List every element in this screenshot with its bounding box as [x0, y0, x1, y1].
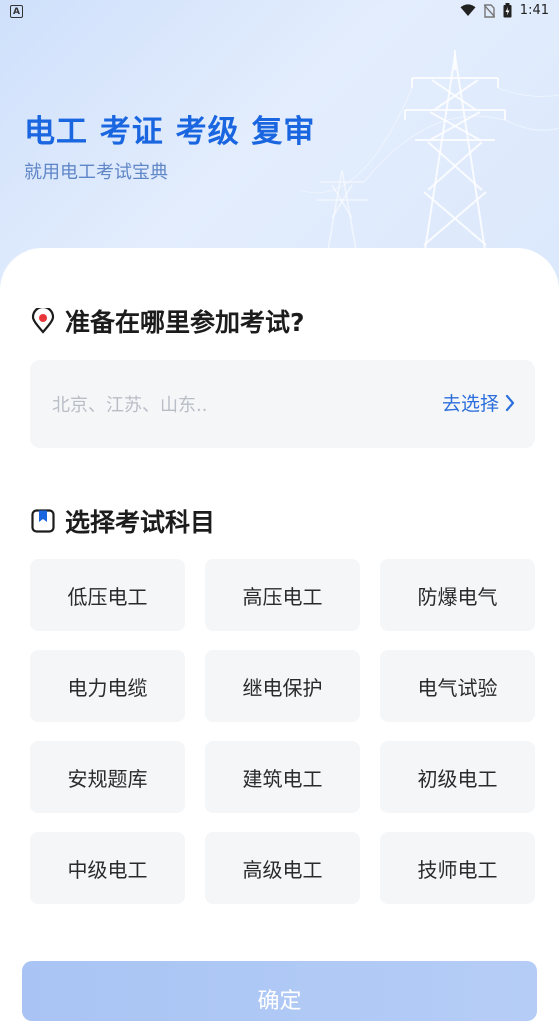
subject-option[interactable]: 技师电工 [380, 832, 535, 904]
chevron-right-icon [505, 394, 515, 411]
location-title-text: 准备在哪里参加考试? [65, 308, 305, 337]
bookmark-icon [31, 509, 55, 533]
status-time: 1:41 [519, 3, 549, 18]
hero-subtitle: 就用电工考试宝典 [24, 162, 168, 183]
app-notification-icon: A [10, 5, 23, 18]
location-select-label: 去选择 [441, 393, 499, 415]
subject-option[interactable]: 低压电工 [30, 559, 185, 631]
subject-option[interactable]: 防爆电气 [380, 559, 535, 631]
subject-option[interactable]: 安规题库 [30, 741, 185, 813]
power-tower-illustration [300, 50, 559, 251]
subject-option[interactable]: 电气试验 [380, 650, 535, 722]
hero-title: 电工 考证 考级 复审 [24, 114, 316, 150]
subject-grid: 低压电工 高压电工 防爆电气 电力电缆 继电保护 电气试验 安规题库 建筑电工 … [30, 559, 535, 904]
battery-icon [503, 3, 512, 18]
subject-title-text: 选择考试科目 [65, 508, 216, 537]
subject-option[interactable]: 电力电缆 [30, 650, 185, 722]
location-selector[interactable]: 北京、江苏、山东.. 去选择 [30, 360, 535, 448]
confirm-button[interactable]: 确定 [22, 961, 537, 1021]
location-pin-icon [31, 308, 55, 334]
location-select-link[interactable]: 去选择 [442, 389, 515, 416]
status-bar: A 1:41 [0, 0, 559, 24]
subject-option[interactable]: 继电保护 [205, 650, 360, 722]
subject-option[interactable]: 建筑电工 [205, 741, 360, 813]
subject-option[interactable]: 中级电工 [30, 832, 185, 904]
location-placeholder: 北京、江苏、山东.. [52, 395, 208, 416]
wifi-icon [460, 4, 476, 16]
location-section-title: 准备在哪里参加考试? [30, 303, 305, 339]
subject-option[interactable]: 高级电工 [205, 832, 360, 904]
subject-option[interactable]: 高压电工 [205, 559, 360, 631]
no-sim-icon [483, 3, 495, 18]
subject-option[interactable]: 初级电工 [380, 741, 535, 813]
subject-section-title: 选择考试科目 [30, 503, 215, 539]
main-card: 准备在哪里参加考试? 北京、江苏、山东.. 去选择 选择考试科目 低压电工 高压… [0, 248, 559, 1008]
